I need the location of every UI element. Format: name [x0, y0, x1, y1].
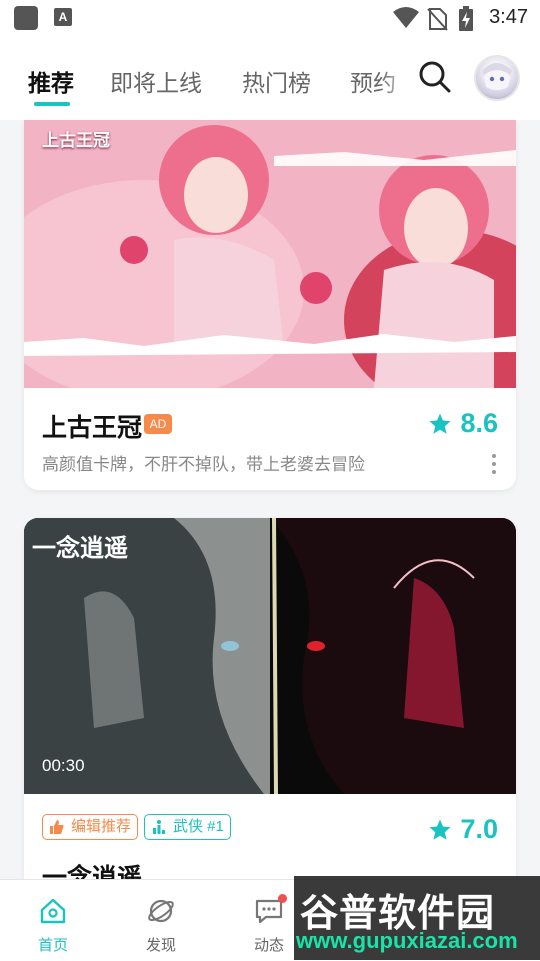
banner-logo-text: 上古王冠: [42, 131, 110, 150]
rank-label: 武侠 #1: [173, 818, 224, 835]
thumbs-up-icon: [50, 820, 64, 834]
battery-charging-icon: [459, 6, 473, 31]
status-bar: A 3:47: [0, 0, 540, 36]
nav-discover-label: 发现: [145, 937, 176, 954]
tab-upcoming[interactable]: 即将上线: [110, 64, 202, 98]
home-icon: [40, 898, 66, 924]
game-card[interactable]: 上古王冠 上古王冠 AD 8.6 高颜值卡牌，不肝不掉队，带上老婆去冒险: [24, 120, 516, 490]
game-title[interactable]: 上古王冠: [42, 408, 142, 444]
tab-hot-list[interactable]: 热门榜: [242, 64, 311, 98]
search-icon[interactable]: [418, 60, 452, 94]
game-card[interactable]: 一念逍遥 00:30 编辑推荐 武侠 #1 7.0 一念逍遥: [24, 518, 516, 918]
tab-fade: [380, 56, 416, 96]
game-video-thumbnail[interactable]: 一念逍遥 00:30: [24, 518, 516, 795]
discover-planet-icon: [148, 899, 174, 923]
watermark-url: www.gupuxiazai.com: [296, 928, 518, 953]
banner-art: [24, 120, 516, 410]
editor-pick-label: 编辑推荐: [71, 818, 132, 835]
no-sim-icon: [427, 8, 448, 31]
notification-dot: [278, 894, 287, 903]
game-description: 高颜值卡牌，不肝不掉队，带上老婆去冒险: [42, 455, 365, 474]
ad-badge: AD: [144, 414, 172, 434]
more-options-icon[interactable]: [492, 454, 496, 478]
tab-recommend[interactable]: 推荐: [28, 64, 74, 98]
game-score: 7.0: [460, 814, 498, 844]
active-tab-indicator: [34, 102, 70, 106]
rank-bars-icon: [153, 820, 165, 834]
game-banner-image[interactable]: 上古王冠: [24, 120, 516, 410]
app-notification-icon: [14, 6, 38, 30]
video-duration: 00:30: [42, 756, 85, 775]
rank-tag: 武侠 #1: [144, 814, 231, 840]
star-icon: [429, 413, 451, 434]
video-logo-text: 一念逍遥: [32, 536, 128, 562]
nav-home-label: 首页: [37, 937, 68, 954]
wifi-icon: [393, 7, 419, 28]
a-notification-icon: A: [54, 8, 72, 26]
top-tab-bar: 推荐 即将上线 热门榜 预约: [0, 36, 540, 120]
user-avatar[interactable]: [474, 55, 520, 101]
star-icon: [429, 819, 451, 840]
game-score: 8.6: [460, 408, 498, 438]
nav-home[interactable]: 首页: [8, 880, 98, 961]
status-time: 3:47: [489, 6, 528, 28]
nav-discover[interactable]: 发现: [116, 880, 206, 961]
editor-pick-tag: 编辑推荐: [42, 814, 139, 840]
